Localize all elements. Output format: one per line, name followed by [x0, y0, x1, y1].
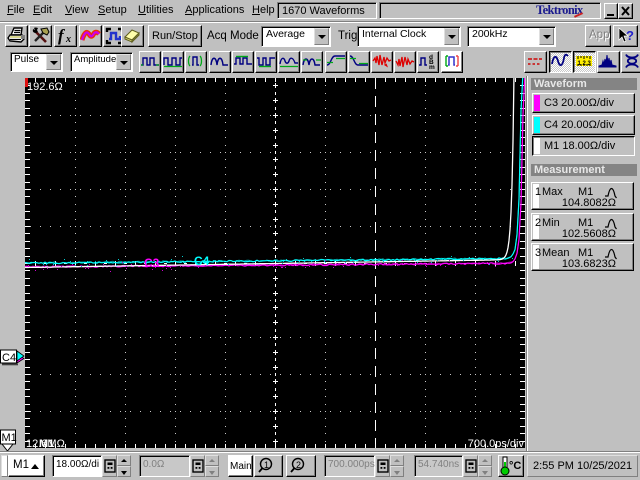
svg-text:1: 1 — [264, 460, 269, 470]
svg-text:x: x — [65, 34, 71, 45]
svg-text:C3: C3 — [144, 256, 160, 270]
svg-text:700.0ps/div: 700.0ps/div — [468, 438, 525, 448]
svg-text:M1: M1 — [39, 438, 54, 448]
svg-text:f: f — [58, 26, 66, 45]
svg-text:C4: C4 — [2, 352, 16, 364]
svg-text:m: m — [429, 64, 435, 70]
svg-text:?: ? — [626, 28, 634, 43]
svg-text:192.6Ω: 192.6Ω — [27, 81, 63, 93]
svg-text:M1: M1 — [2, 432, 17, 444]
svg-text:1 2 3: 1 2 3 — [578, 61, 592, 67]
svg-text:C4: C4 — [194, 254, 210, 268]
svg-text:°C: °C — [509, 460, 521, 472]
svg-text:2: 2 — [296, 460, 301, 470]
